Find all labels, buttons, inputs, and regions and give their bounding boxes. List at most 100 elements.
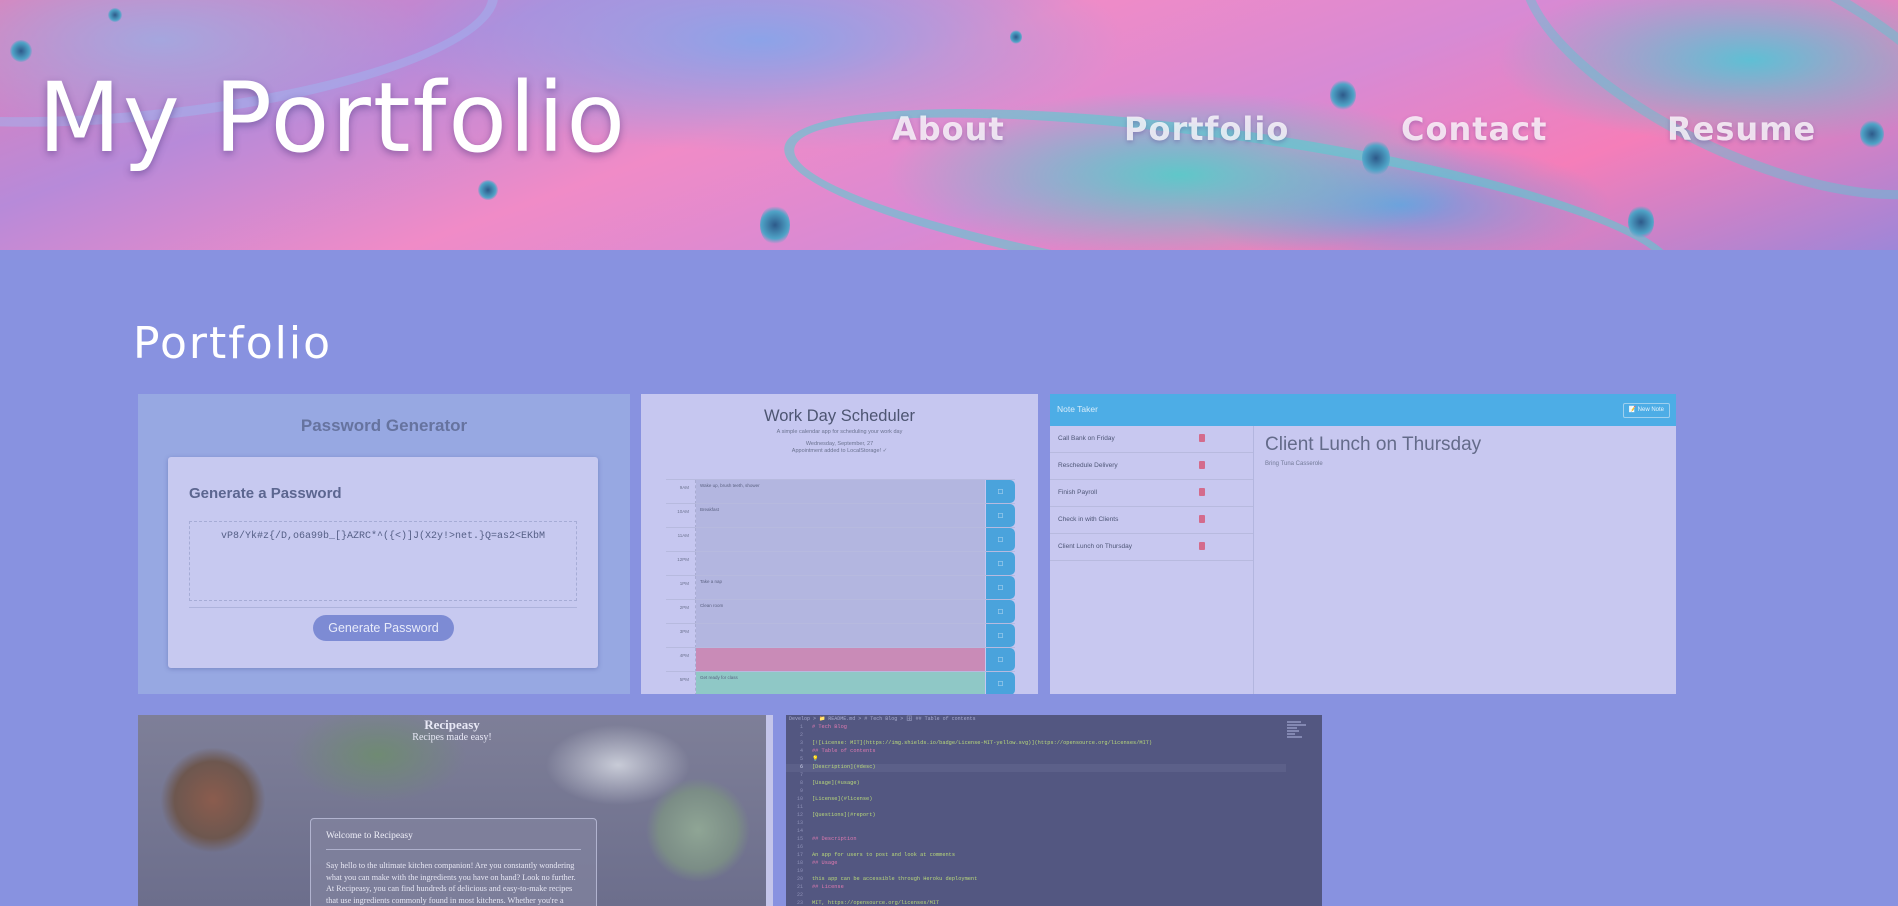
project-card-note-taker[interactable]: Note Taker 📝 New Note Call Bank on Frida… <box>1050 394 1676 694</box>
line-number: 10 <box>796 796 803 802</box>
pw-divider <box>189 607 577 608</box>
generate-password-button[interactable]: Generate Password <box>313 615 454 641</box>
line-number: 5 <box>799 756 803 762</box>
code-line: 16 <box>786 844 1286 852</box>
site-title: My Portfolio <box>38 62 628 174</box>
save-icon[interactable]: □ <box>986 600 1015 623</box>
time-block-event[interactable] <box>696 648 985 672</box>
code-line: 20 this app can be accessible through He… <box>786 876 1286 884</box>
note-taker-brand[interactable]: Note Taker <box>1057 404 1098 414</box>
note-title: Reschedule Delivery <box>1058 462 1118 469</box>
time-block-event[interactable]: Get ready for class <box>696 672 985 694</box>
code-line: 22 <box>786 892 1286 900</box>
trash-icon[interactable] <box>1199 542 1205 550</box>
time-block-hour: 5PM <box>666 672 696 694</box>
hero-bubble <box>478 180 498 200</box>
save-icon[interactable]: □ <box>986 552 1015 575</box>
list-item[interactable]: Client Lunch on Thursday <box>1050 534 1253 561</box>
time-block-event[interactable]: Breakfast <box>696 504 985 528</box>
code-line: 19 <box>786 868 1286 876</box>
code-text: ## Description <box>812 836 857 842</box>
line-number: 7 <box>799 772 803 778</box>
code-line: 5 💡 <box>786 756 1286 764</box>
recipeasy-panel-body: Say hello to the ultimate kitchen compan… <box>326 861 576 905</box>
code-text: MIT, https://opensource.org/licenses/MIT <box>812 900 940 906</box>
nav-link-contact[interactable]: Contact <box>1401 110 1547 148</box>
time-block: 11AM □ <box>666 527 1015 552</box>
code-text: ## Usage <box>812 860 838 866</box>
line-number: 3 <box>799 740 803 746</box>
time-block-hour: 9AM <box>666 480 696 504</box>
time-block-event[interactable]: Wake up, brush teeth, shower <box>696 480 985 504</box>
time-block: 9AM Wake up, brush teeth, shower □ <box>666 479 1015 504</box>
line-number: 1 <box>799 724 803 730</box>
scheduler-subtitle: A simple calendar app for scheduling you… <box>776 429 903 435</box>
trash-icon[interactable] <box>1199 488 1205 496</box>
recipeasy-panel-title: Welcome to Recipeasy <box>326 831 413 841</box>
time-block-event[interactable] <box>696 528 985 552</box>
trash-icon[interactable] <box>1199 434 1205 442</box>
hero-bubble <box>760 205 790 245</box>
time-block-hour: 2PM <box>666 600 696 624</box>
notes-list: Call Bank on Friday Reschedule Delivery … <box>1050 426 1254 694</box>
time-block: 3PM □ <box>666 623 1015 648</box>
code-line: 9 <box>786 788 1286 796</box>
hero-header: My Portfolio About Portfolio Contact Res… <box>0 0 1898 250</box>
save-icon[interactable]: □ <box>986 480 1015 503</box>
code-text: # Tech Blog <box>812 724 847 730</box>
project-card-password-generator[interactable]: Password Generator Generate a Password v… <box>138 394 630 694</box>
trash-icon[interactable] <box>1199 515 1205 523</box>
pw-panel: Generate a Password vP8/Yk#z{/D,o6a99b_[… <box>168 457 598 668</box>
scheduler-date: Wednesday, September, 27 <box>805 441 874 447</box>
code-line: 23 MIT, https://opensource.org/licenses/… <box>786 900 1286 906</box>
time-block-event[interactable]: Take a nap <box>696 576 985 600</box>
line-number: 17 <box>796 852 803 858</box>
save-icon[interactable]: □ <box>986 528 1015 551</box>
project-card-tech-blog[interactable]: Develop > 📁 README.md > # Tech Blog > 🗄 … <box>786 715 1322 906</box>
save-icon[interactable]: □ <box>986 576 1015 599</box>
line-number: 19 <box>796 868 803 874</box>
note-title: Check in with Clients <box>1058 516 1119 523</box>
time-block-event[interactable]: Clean room <box>696 600 985 624</box>
nav-link-about[interactable]: About <box>892 110 1005 148</box>
save-icon[interactable]: □ <box>986 672 1015 694</box>
nav-link-resume[interactable]: Resume <box>1667 110 1816 148</box>
time-block-hour: 10AM <box>666 504 696 528</box>
line-number: 6 <box>799 764 803 770</box>
list-item[interactable]: Reschedule Delivery <box>1050 453 1253 480</box>
time-block-event[interactable] <box>696 624 985 648</box>
save-icon[interactable]: □ <box>986 648 1015 671</box>
recipeasy-brand: Recipeasy <box>424 717 480 732</box>
time-block: 2PM Clean room □ <box>666 599 1015 624</box>
note-title: Finish Payroll <box>1058 489 1098 496</box>
list-item[interactable]: Finish Payroll <box>1050 480 1253 507</box>
code-text: ## Table of contents <box>812 748 876 754</box>
hero-bubble <box>1362 140 1390 176</box>
list-item[interactable]: Call Bank on Friday <box>1050 426 1253 453</box>
save-icon[interactable]: □ <box>986 504 1015 527</box>
save-icon[interactable]: □ <box>986 624 1015 647</box>
trash-icon[interactable] <box>1199 461 1205 469</box>
code-text: [Usage](#usage) <box>812 780 860 786</box>
line-number: 11 <box>796 804 803 810</box>
code-line: 7 <box>786 772 1286 780</box>
time-block: 10AM Breakfast □ <box>666 503 1015 528</box>
time-block: 4PM □ <box>666 647 1015 672</box>
project-card-recipeasy[interactable]: Recipeasy Recipes made easy! Welcome to … <box>138 715 773 906</box>
line-number: 15 <box>796 836 803 842</box>
time-block-event[interactable] <box>696 552 985 576</box>
scheduler-status: Appointment added to LocalStorage! ✓ <box>791 448 888 454</box>
new-note-button[interactable]: 📝 New Note <box>1622 403 1670 418</box>
list-item[interactable]: Check in with Clients <box>1050 507 1253 534</box>
code-line: 3 [![License: MIT](https://img.shields.io… <box>786 740 1286 748</box>
recipeasy-tagline: Recipes made easy! <box>412 732 492 743</box>
hero-bubble <box>1860 120 1884 148</box>
nav-link-portfolio[interactable]: Portfolio <box>1124 110 1289 148</box>
line-number: 4 <box>799 748 803 754</box>
code-text: [License](#license) <box>812 796 873 802</box>
line-number: 23 <box>796 900 803 906</box>
time-block-hour: 12PM <box>666 552 696 576</box>
project-card-work-day-scheduler[interactable]: Work Day Scheduler A simple calendar app… <box>641 394 1038 694</box>
note-view-title[interactable]: Client Lunch on Thursday <box>1265 434 1481 456</box>
note-view-text[interactable]: Bring Tuna Casserole <box>1265 461 1323 467</box>
